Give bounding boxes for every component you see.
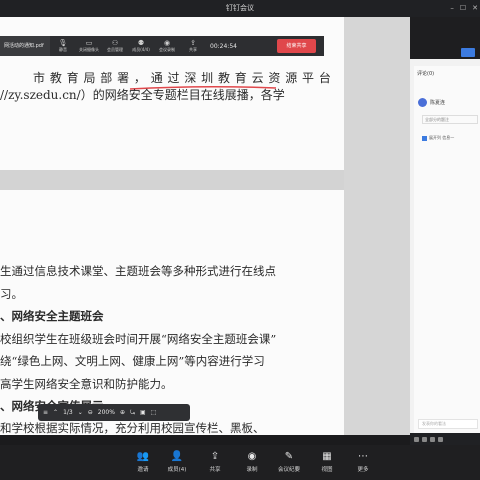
checkbox-label: 展开列 信息一 (429, 135, 455, 140)
user-name: 陈夏连 (430, 100, 446, 106)
volume-icon (430, 436, 435, 442)
more-button[interactable]: ⋯ 更多 (348, 451, 378, 473)
settings-icon[interactable] (414, 436, 419, 442)
meeting-control-bar: 👥 邀请 👤 成员(4) ⇪ 共享 ◉ 录制 ✎ 会议纪要 ▦ 视图 ⋯ 更多 (0, 445, 480, 480)
share-button[interactable]: ⇪ 共享 (200, 451, 230, 473)
share-icon: ⇪ (210, 451, 220, 462)
members-button[interactable]: ⚉ 成员(4/4) (128, 36, 154, 56)
record-icon: ◉ (247, 451, 257, 462)
chevron-up-icon[interactable]: ⌃ (53, 409, 58, 416)
screen-share-toolbar: 网活动的通知.pdf 🎙 静音 ▭ 关闭摄像头 ⚇ 会员管理 ⚉ 成员(4/4)… (0, 36, 324, 56)
status-bar (410, 433, 480, 445)
mute-button[interactable]: 🎙 静音 (50, 36, 76, 56)
minimize-icon[interactable]: – (450, 0, 454, 17)
document-line: //zy.szedu.cn/）的网络安全专题栏目在线展播，各学 (0, 88, 285, 102)
page-indicator: 1/3 (63, 409, 73, 416)
camera-button[interactable]: ▭ 关闭摄像头 (76, 36, 102, 56)
pdf-control-bar: ≡ ⌃ 1/3 ⌄ ⊖ 200% ⊕ ⤿ ▣ ⬚ (38, 404, 190, 421)
invite-icon: 👥 (136, 451, 150, 462)
rotate-icon[interactable]: ⤿ (130, 409, 135, 417)
camera-icon: ▭ (85, 39, 93, 47)
comment-panel: 评论(0) 陈夏连 全部分的题注 展开列 信息一 发表你的看法 (414, 66, 480, 433)
chevron-down-icon[interactable]: ⌄ (78, 409, 83, 416)
select-tool-icon[interactable]: ⬚ (151, 409, 157, 416)
document-line: 习。 (0, 287, 23, 301)
side-panel: 评论(0) 陈夏连 全部分的题注 展开列 信息一 发表你的看法 (410, 17, 480, 435)
document-line: 绕“绿色上网、文明上网、健康上网”等内容进行学习 (0, 354, 265, 368)
document-page: 生通过信息技术课堂、主题班会等多种形式进行在线点 习。 、网络安全主题班会 校组… (0, 190, 344, 435)
panel-icon[interactable] (461, 48, 475, 57)
button-label: 共享 (209, 467, 221, 473)
zoom-level: 200% (97, 409, 115, 416)
document-line: 高学生网络安全意识和防护能力。 (0, 377, 173, 391)
members-icon: 👤 (170, 451, 184, 462)
share-button[interactable]: ⇪ 共享 (180, 36, 206, 56)
document-line: 校组织学生在班级班会时间开展“网络安全主题班会课” (0, 332, 277, 346)
document-line: 生通过信息技术课堂、主题班会等多种形式进行在线点 (0, 264, 276, 278)
document-margin (344, 17, 410, 435)
zoom-out-icon[interactable]: ⊖ (88, 409, 93, 416)
network-icon (422, 436, 427, 442)
comment-input[interactable]: 发表你的看法 (418, 419, 478, 429)
menu-icon[interactable]: ≡ (43, 409, 48, 416)
document-heading: 、网络安全主题班会 (0, 309, 104, 323)
share-icon: ⇪ (190, 39, 196, 47)
button-label: 关闭摄像头 (79, 47, 99, 52)
shared-file-tab[interactable]: 网活动的通知.pdf (0, 36, 50, 56)
record-button[interactable]: ◉ 录制 (237, 451, 267, 473)
document-line: 和学校根据实际情况，充分利用校园宣传栏、黑板、 (0, 421, 265, 435)
users-icon: ⚉ (137, 39, 145, 47)
comment-checkbox[interactable]: 展开列 信息一 (422, 135, 454, 141)
close-icon[interactable]: ✕ (472, 0, 478, 17)
window-titlebar: 钉钉会议 – ☐ ✕ (0, 0, 480, 17)
members-button[interactable]: 👤 成员(4) (162, 451, 192, 473)
view-icon: ▦ (322, 451, 332, 462)
meeting-notes-button[interactable]: ✎ 会议纪要 (274, 451, 304, 473)
button-label: 静音 (59, 47, 67, 52)
button-label: 成员(4/4) (132, 47, 150, 52)
button-label: 会员管理 (107, 47, 123, 52)
view-button[interactable]: ▦ 视图 (312, 451, 342, 473)
meeting-timer: 00:24:54 (210, 42, 237, 50)
button-label: 视图 (321, 467, 333, 473)
more-icon: ⋯ (358, 451, 368, 462)
side-panel-header (410, 17, 480, 59)
record-button[interactable]: ◉ 会议录制 (154, 36, 180, 56)
maximize-icon[interactable]: ☐ (460, 0, 466, 17)
members-icon: ⚇ (111, 39, 119, 47)
button-label: 邀请 (137, 467, 149, 473)
button-label: 更多 (357, 467, 369, 473)
button-label: 共享 (189, 47, 197, 52)
fit-page-icon[interactable]: ▣ (140, 409, 146, 416)
comment-user: 陈夏连 (418, 98, 445, 107)
notes-icon: ✎ (284, 451, 294, 462)
microphone-icon: 🎙 (58, 39, 68, 47)
window-title: 钉钉会议 (226, 4, 254, 12)
button-label: 成员(4) (167, 467, 187, 473)
shield-icon (438, 436, 443, 442)
button-label: 会议纪要 (277, 467, 300, 473)
comment-filter-select[interactable]: 全部分的题注 (422, 115, 478, 124)
member-manage-button[interactable]: ⚇ 会员管理 (102, 36, 128, 56)
window-controls: – ☐ ✕ (450, 0, 478, 17)
comment-title: 评论(0) (417, 71, 435, 77)
button-label: 录制 (246, 467, 258, 473)
document-line: 市 教 育 局 部 署 ， 通 过 深 圳 教 育 云 资 源 平 台 (33, 71, 332, 85)
invite-button[interactable]: 👥 邀请 (128, 451, 158, 473)
zoom-in-icon[interactable]: ⊕ (120, 409, 125, 416)
checkbox-icon[interactable] (422, 135, 427, 141)
record-icon: ◉ (163, 39, 171, 47)
end-share-button[interactable]: 结束共享 (277, 39, 316, 53)
avatar (418, 98, 427, 107)
shared-screen: 市 教 育 局 部 署 ， 通 过 深 圳 教 育 云 资 源 平 台 //zy… (0, 17, 410, 435)
button-label: 会议录制 (159, 47, 175, 52)
